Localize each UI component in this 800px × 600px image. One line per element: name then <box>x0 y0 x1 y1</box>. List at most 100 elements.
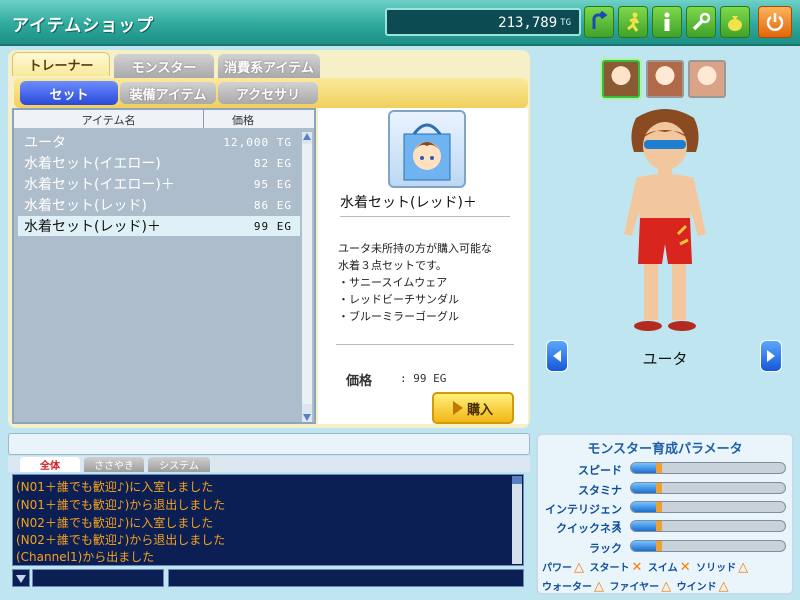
scroll-down-icon[interactable] <box>302 412 312 422</box>
item-name: ユータ <box>24 135 66 151</box>
tab-trainer[interactable]: トレーナー <box>12 52 110 76</box>
back-icon <box>592 11 608 29</box>
attr-mark: ✕ <box>631 560 643 575</box>
list-item[interactable]: 水着セット(イエロー)＋ 95 EG <box>18 174 300 194</box>
attr-label: スタート <box>589 563 630 574</box>
attr-label: ファイヤー <box>609 582 660 593</box>
list-item[interactable]: 水着セット(イエロー) 82 EG <box>18 153 300 173</box>
item-name: 水着セット(イエロー) <box>24 156 161 172</box>
attr-mark: △ <box>594 579 604 594</box>
chat-tab-all[interactable]: 全体 <box>20 457 80 472</box>
attr-label: スイム <box>647 563 678 574</box>
character-name: ユータ <box>642 350 688 368</box>
moneybag-button[interactable] <box>720 6 750 38</box>
tab-monster[interactable]: モンスター <box>114 54 214 78</box>
chat-scrollbar[interactable] <box>512 476 522 564</box>
power-button[interactable] <box>758 6 792 38</box>
money-amount: 213,789 <box>498 15 558 31</box>
buy-label: 購入 <box>466 402 493 418</box>
attribute-row-1: パワー △ スタート ✕ スイム ✕ ソリッド △ <box>542 559 750 575</box>
character-preview <box>624 109 706 331</box>
desc-line: ・レッドビーチサンダル <box>338 293 459 306</box>
desc-line: 水着３点セットです。 <box>338 259 447 272</box>
stat-bar-quickness <box>630 520 786 532</box>
chat-line: (N01＋誰でも歓迎♪)に入室しました <box>16 480 214 494</box>
next-character-button[interactable] <box>760 340 782 372</box>
item-name: 水着セット(レッド) <box>24 198 147 214</box>
buy-button[interactable]: 購入 <box>432 392 514 424</box>
stat-bar-intelligence <box>630 501 786 513</box>
list-item-selected[interactable]: 水着セット(レッド)＋ 99 EG <box>18 216 300 236</box>
settings-button[interactable] <box>686 6 716 38</box>
stat-fill <box>631 541 662 551</box>
chat-line: (N02＋誰でも歓迎♪)に入室しました <box>16 516 214 530</box>
stat-bar-stamina <box>630 482 786 494</box>
chat-tab-whisper[interactable]: ささやき <box>84 457 144 472</box>
subtab-accessory[interactable]: アクセサリ <box>218 82 318 104</box>
item-detail: 水着セット(レッド)＋ ユータ未所持の方が購入可能な 水着３点セットです。 ・サ… <box>318 108 528 424</box>
info-button[interactable] <box>652 6 682 38</box>
scroll-up-icon[interactable] <box>303 133 311 140</box>
stat-label-stamina: スタミナ <box>578 484 622 497</box>
attr-mark: △ <box>718 579 729 594</box>
title-bar: アイテムショップ 213,789 TG <box>0 0 800 46</box>
back-button[interactable] <box>584 6 614 38</box>
chat-line: (N01＋誰でも歓迎♪)から退出しました <box>16 498 226 512</box>
item-name: 水着セット(レッド)＋ <box>24 219 161 235</box>
chat-target-field[interactable] <box>32 569 164 587</box>
chat-line: (N02＋誰でも歓迎♪)から退出しました <box>16 533 226 547</box>
attr-label: ウインド <box>676 582 717 593</box>
arrow-left-icon <box>553 350 561 362</box>
subtab-set[interactable]: セット <box>20 81 118 105</box>
attr-mark: △ <box>574 560 584 575</box>
divider <box>336 344 514 345</box>
monster-params-panel: モンスター育成パラメータ スピード スタミナ インテリジェンス クイックネス ラ… <box>536 433 794 595</box>
portrait-trainer-2[interactable] <box>646 60 684 98</box>
item-price: 99 EG <box>253 219 292 233</box>
chat-mode-dropdown[interactable] <box>12 569 30 587</box>
header-item-name: アイテム名 <box>14 110 204 128</box>
item-price: 86 EG <box>253 198 292 212</box>
scroll-thumb[interactable] <box>302 144 312 404</box>
chat-input[interactable] <box>168 569 524 587</box>
stat-label-speed: スピード <box>578 464 622 477</box>
chat-tab-system[interactable]: システム <box>148 457 210 472</box>
money-unit: TG <box>560 18 571 28</box>
attr-label: パワー <box>542 563 572 574</box>
item-price: 12,000 TG <box>223 135 292 149</box>
chat-header-bar <box>8 433 530 455</box>
attr-mark: ✕ <box>679 560 691 575</box>
stat-bar-speed <box>630 462 786 474</box>
list-item[interactable]: 水着セット(レッド) 86 EG <box>18 195 300 215</box>
portrait-trainer-3[interactable] <box>688 60 726 98</box>
list-header: アイテム名 価格 <box>14 110 314 128</box>
header-price: 価格 <box>232 114 254 127</box>
item-description: ユータ未所持の方が購入可能な 水着３点セットです。 ・サニースイムウェア ・レッ… <box>338 240 518 325</box>
stat-label-luck: ラック <box>589 542 622 555</box>
price-value: : 99 EG <box>400 372 447 385</box>
money-display: 213,789 TG <box>385 8 581 36</box>
stat-fill <box>631 502 662 512</box>
arrow-right-icon <box>767 350 775 362</box>
subtab-equipment[interactable]: 装備アイテム <box>120 82 216 104</box>
desc-line: ・ブルーミラーゴーグル <box>338 310 459 323</box>
list-scrollbar[interactable] <box>302 132 312 422</box>
attr-mark: △ <box>661 579 672 594</box>
price-label: 価格 <box>346 374 373 389</box>
attr-label: ソリッド <box>696 563 737 574</box>
item-title: 水着セット(レッド)＋ <box>340 192 510 217</box>
attr-label: ウォーター <box>542 582 592 593</box>
attribute-row-2: ウォーター △ ファイヤー △ ウインド △ <box>542 578 731 594</box>
run-button[interactable] <box>618 6 648 38</box>
desc-line: ・サニースイムウェア <box>338 276 448 289</box>
prev-character-button[interactable] <box>546 340 568 372</box>
params-title: モンスター育成パラメータ <box>587 442 743 457</box>
portrait-trainer-1[interactable] <box>602 60 640 98</box>
chat-line: (Channel1)から出ました <box>16 550 155 564</box>
list-item[interactable]: ユータ 12,000 TG <box>18 132 300 152</box>
item-image <box>388 110 466 188</box>
window-title: アイテムショップ <box>12 16 155 36</box>
desc-line: ユータ未所持の方が購入可能な <box>338 242 492 255</box>
scroll-up-icon[interactable] <box>512 476 522 484</box>
tab-consumables[interactable]: 消費系アイテム <box>218 54 320 78</box>
